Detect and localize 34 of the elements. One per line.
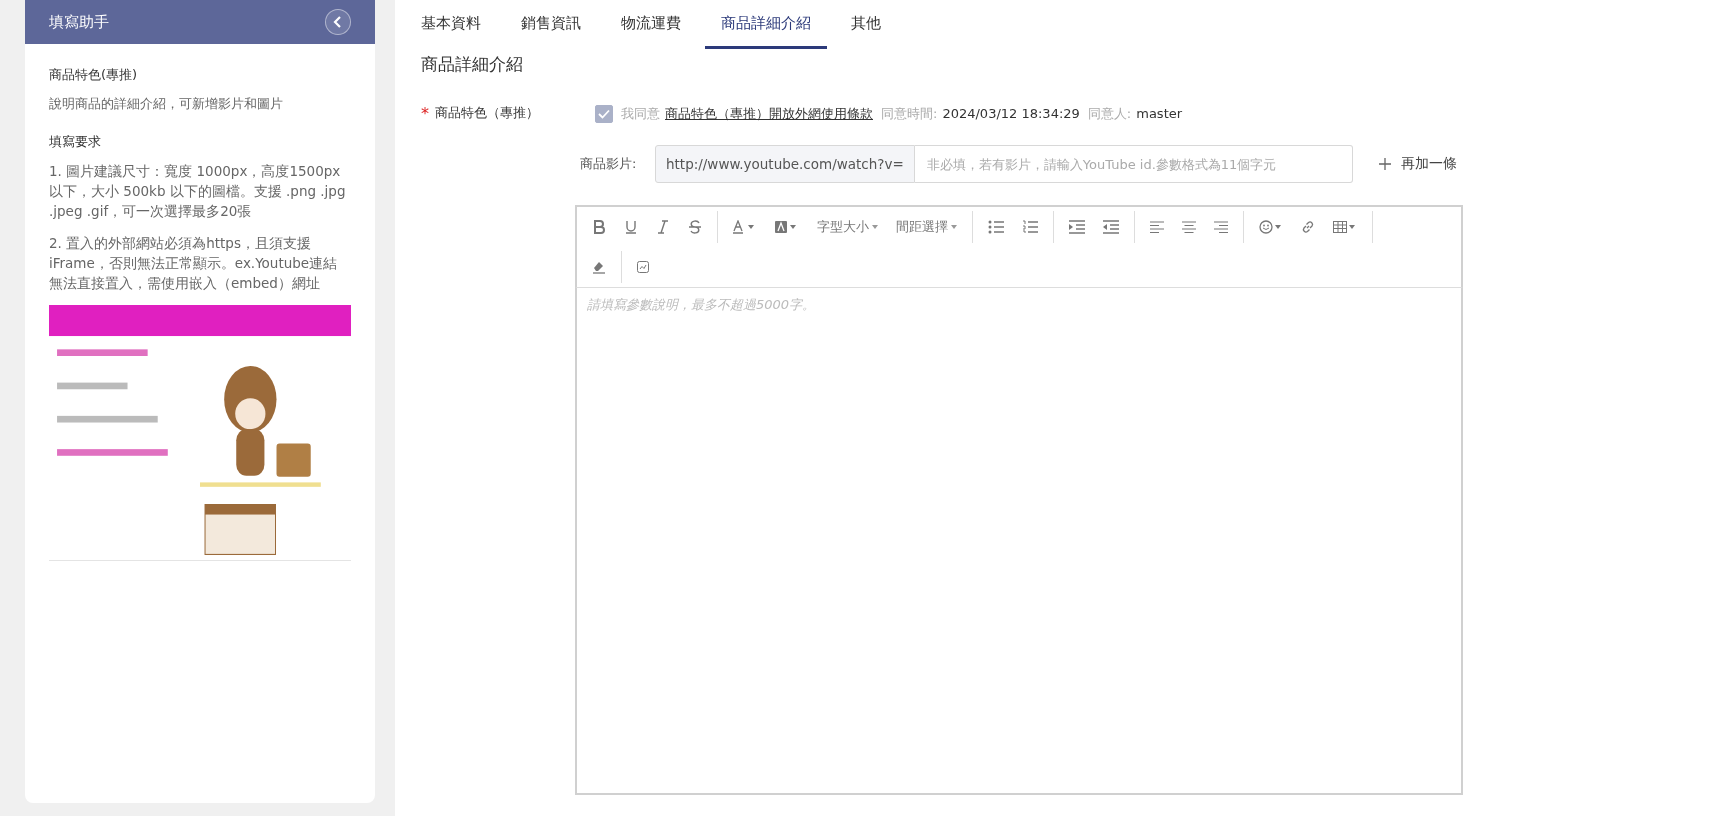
add-row-button[interactable]: 再加一條 xyxy=(1373,154,1463,174)
agree-time-label: 同意時間: xyxy=(881,104,938,123)
tab[interactable]: 銷售資訊 xyxy=(505,0,597,49)
tab[interactable]: 物流運費 xyxy=(605,0,697,49)
font-size-dropdown[interactable]: 字型大小 xyxy=(808,212,887,242)
section-title: 商品特色(專推) xyxy=(49,66,139,84)
chevron-left-icon xyxy=(333,16,343,28)
agree-checkbox[interactable] xyxy=(595,104,613,123)
requirement-text: 2. 置入的外部網站必須為https，且須支援iFrame，否則無法正常顯示。ex.Youtube連結無法直接置入，需使用嵌入（embed）網址 xyxy=(49,234,339,293)
tab[interactable]: 基本資料 xyxy=(405,0,497,49)
section-heading: 商品詳細介紹 xyxy=(421,53,524,76)
editor-text-area[interactable]: 請填寫參數說明，最多不超過5000字。 xyxy=(575,287,1463,795)
requirement-text: 1. 圖片建議尺寸：寬度 1000px，高度1500px以下，大小 500kb 以下的圖檔。支援 .png .jpg .jpeg .gif，可一次選擇最多20張 xyxy=(49,162,347,221)
url-prefix: http://www.youtube.com/watch?v= xyxy=(655,145,915,183)
requirements-title: 填寫要求 xyxy=(49,133,102,151)
tab[interactable]: 其他 xyxy=(835,0,897,49)
video-id-field[interactable]: 非必填，若有影片，請輸入YouTube id.參數格式為11個字元 xyxy=(914,145,1353,183)
section-description: 說明商品的詳細介紹，可新增影片和圖片 xyxy=(49,96,284,113)
helper-title: 填寫助手 xyxy=(49,12,109,32)
plus-icon xyxy=(1379,158,1391,170)
required-mark: * xyxy=(421,104,429,123)
collapse-button[interactable] xyxy=(325,9,351,35)
agree-person: master xyxy=(1136,106,1183,121)
agree-person-label: 同意人: xyxy=(1087,104,1132,123)
agree-text: 我同意 xyxy=(621,104,660,123)
video-label: 商品影片: xyxy=(580,155,638,173)
tab[interactable]: 商品詳細介紹 xyxy=(705,0,827,49)
agree-time: 2024/03/12 18:34:29 xyxy=(942,106,1080,121)
spacing-dropdown[interactable]: 間距選擇 xyxy=(887,212,966,242)
checkmark-icon xyxy=(598,108,610,119)
terms-link[interactable]: 商品特色（專推）開放外網使用條款 xyxy=(665,104,873,123)
caret-icon xyxy=(872,225,878,229)
caret-icon xyxy=(951,225,957,229)
feature-label: 商品特色（專推） xyxy=(435,104,539,122)
